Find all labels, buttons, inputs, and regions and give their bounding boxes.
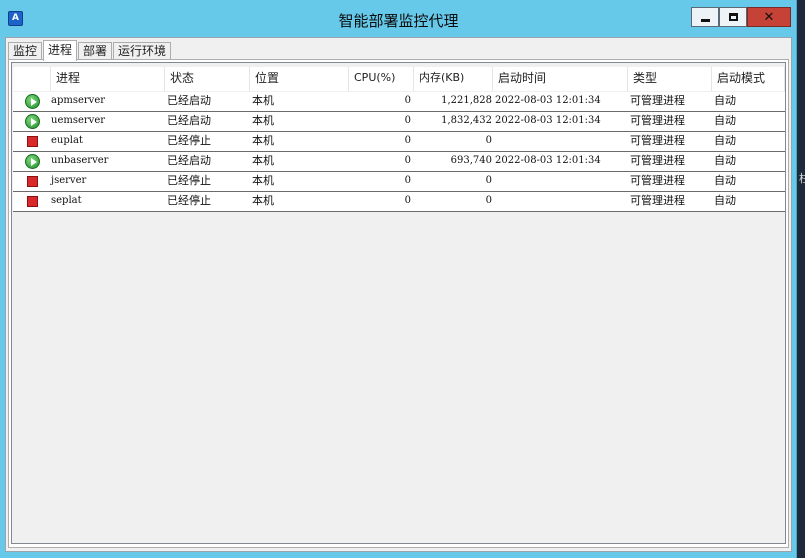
window-title: 智能部署监控代理	[338, 12, 459, 30]
stopped-icon	[27, 136, 38, 147]
process-start-mode: 自动	[714, 194, 736, 207]
process-memory: 0	[485, 135, 492, 146]
process-start-time: 2022-08-03 12:01:34	[495, 115, 601, 126]
column-header-type[interactable]: 类型	[628, 67, 712, 91]
column-header-icon[interactable]	[13, 67, 51, 91]
process-start-mode: 自动	[714, 94, 736, 107]
running-icon	[25, 94, 40, 109]
process-name: seplat	[51, 195, 82, 206]
maximize-icon	[728, 13, 738, 21]
process-location: 本机	[252, 154, 274, 167]
process-location: 本机	[252, 194, 274, 207]
process-memory: 693,740	[450, 155, 492, 166]
tab-monitor[interactable]: 监控	[8, 42, 43, 60]
process-memory: 0	[485, 175, 492, 186]
process-memory: 0	[485, 195, 492, 206]
app-window: A 智能部署监控代理 ✕ 监控 进程 部署 运行环境 进程 状态 位置 CPU(…	[0, 0, 797, 558]
process-memory: 1,832,432	[441, 115, 492, 126]
stopped-icon	[27, 196, 38, 207]
process-status: 已经启动	[167, 114, 211, 127]
minimize-icon	[700, 18, 710, 22]
background-text-fragment: 柱	[799, 172, 805, 185]
tab-runtime-env[interactable]: 运行环境	[113, 42, 172, 60]
process-name: unbaserver	[51, 155, 109, 166]
stopped-icon	[27, 176, 38, 187]
process-cpu: 0	[404, 155, 411, 166]
process-rows: apmserver 已经启动 本机 0 1,221,828 2022-08-03…	[13, 92, 785, 212]
process-location: 本机	[252, 134, 274, 147]
process-status: 已经停止	[167, 194, 211, 207]
title-bar[interactable]: A 智能部署监控代理 ✕	[0, 0, 797, 37]
process-type: 可管理进程	[630, 134, 685, 147]
process-start-mode: 自动	[714, 114, 736, 127]
process-name: jserver	[51, 175, 87, 186]
process-memory: 1,221,828	[441, 95, 492, 106]
process-status: 已经启动	[167, 94, 211, 107]
tab-strip: 监控 进程 部署 运行环境	[8, 40, 172, 61]
process-status: 已经停止	[167, 174, 211, 187]
column-header-start-time[interactable]: 启动时间	[493, 67, 628, 91]
table-row[interactable]: jserver 已经停止 本机 0 0 可管理进程 自动	[13, 172, 785, 192]
process-location: 本机	[252, 174, 274, 187]
process-type: 可管理进程	[630, 114, 685, 127]
process-list[interactable]: 进程 状态 位置 CPU(%) 内存(KB) 启动时间 类型 启动模式 apms…	[11, 62, 786, 544]
process-location: 本机	[252, 114, 274, 127]
client-area: 监控 进程 部署 运行环境 进程 状态 位置 CPU(%) 内存(KB) 启动时…	[5, 37, 792, 552]
table-row[interactable]: unbaserver 已经启动 本机 0 693,740 2022-08-03 …	[13, 152, 785, 172]
process-cpu: 0	[404, 115, 411, 126]
maximize-button[interactable]	[719, 7, 747, 27]
column-header-status[interactable]: 状态	[165, 67, 250, 91]
process-cpu: 0	[404, 195, 411, 206]
table-row[interactable]: euplat 已经停止 本机 0 0 可管理进程 自动	[13, 132, 785, 152]
process-name: uemserver	[51, 115, 106, 126]
column-header-location[interactable]: 位置	[250, 67, 349, 91]
column-header-process[interactable]: 进程	[51, 67, 165, 91]
process-start-mode: 自动	[714, 154, 736, 167]
process-status: 已经停止	[167, 134, 211, 147]
list-header: 进程 状态 位置 CPU(%) 内存(KB) 启动时间 类型 启动模式	[13, 67, 785, 91]
column-header-memory[interactable]: 内存(KB)	[414, 67, 493, 91]
running-icon	[25, 154, 40, 169]
process-cpu: 0	[404, 95, 411, 106]
process-name: apmserver	[51, 95, 106, 106]
column-header-start-mode[interactable]: 启动模式	[712, 67, 785, 91]
table-row[interactable]: uemserver 已经启动 本机 0 1,832,432 2022-08-03…	[13, 112, 785, 132]
process-start-mode: 自动	[714, 134, 736, 147]
process-cpu: 0	[404, 135, 411, 146]
process-cpu: 0	[404, 175, 411, 186]
column-header-cpu[interactable]: CPU(%)	[349, 67, 414, 91]
process-type: 可管理进程	[630, 194, 685, 207]
close-button[interactable]: ✕	[747, 7, 791, 27]
process-start-time: 2022-08-03 12:01:34	[495, 95, 601, 106]
tab-deploy[interactable]: 部署	[78, 42, 113, 60]
table-row[interactable]: seplat 已经停止 本机 0 0 可管理进程 自动	[13, 192, 785, 212]
process-name: euplat	[51, 135, 83, 146]
process-location: 本机	[252, 94, 274, 107]
process-tab-panel: 进程 状态 位置 CPU(%) 内存(KB) 启动时间 类型 启动模式 apms…	[8, 59, 789, 548]
process-type: 可管理进程	[630, 94, 685, 107]
table-row[interactable]: apmserver 已经启动 本机 0 1,221,828 2022-08-03…	[13, 92, 785, 112]
close-icon: ✕	[763, 9, 775, 25]
tab-process[interactable]: 进程	[43, 40, 78, 61]
process-type: 可管理进程	[630, 174, 685, 187]
process-start-time: 2022-08-03 12:01:34	[495, 155, 601, 166]
process-start-mode: 自动	[714, 174, 736, 187]
process-type: 可管理进程	[630, 154, 685, 167]
process-status: 已经启动	[167, 154, 211, 167]
running-icon	[25, 114, 40, 129]
minimize-button[interactable]	[691, 7, 719, 27]
